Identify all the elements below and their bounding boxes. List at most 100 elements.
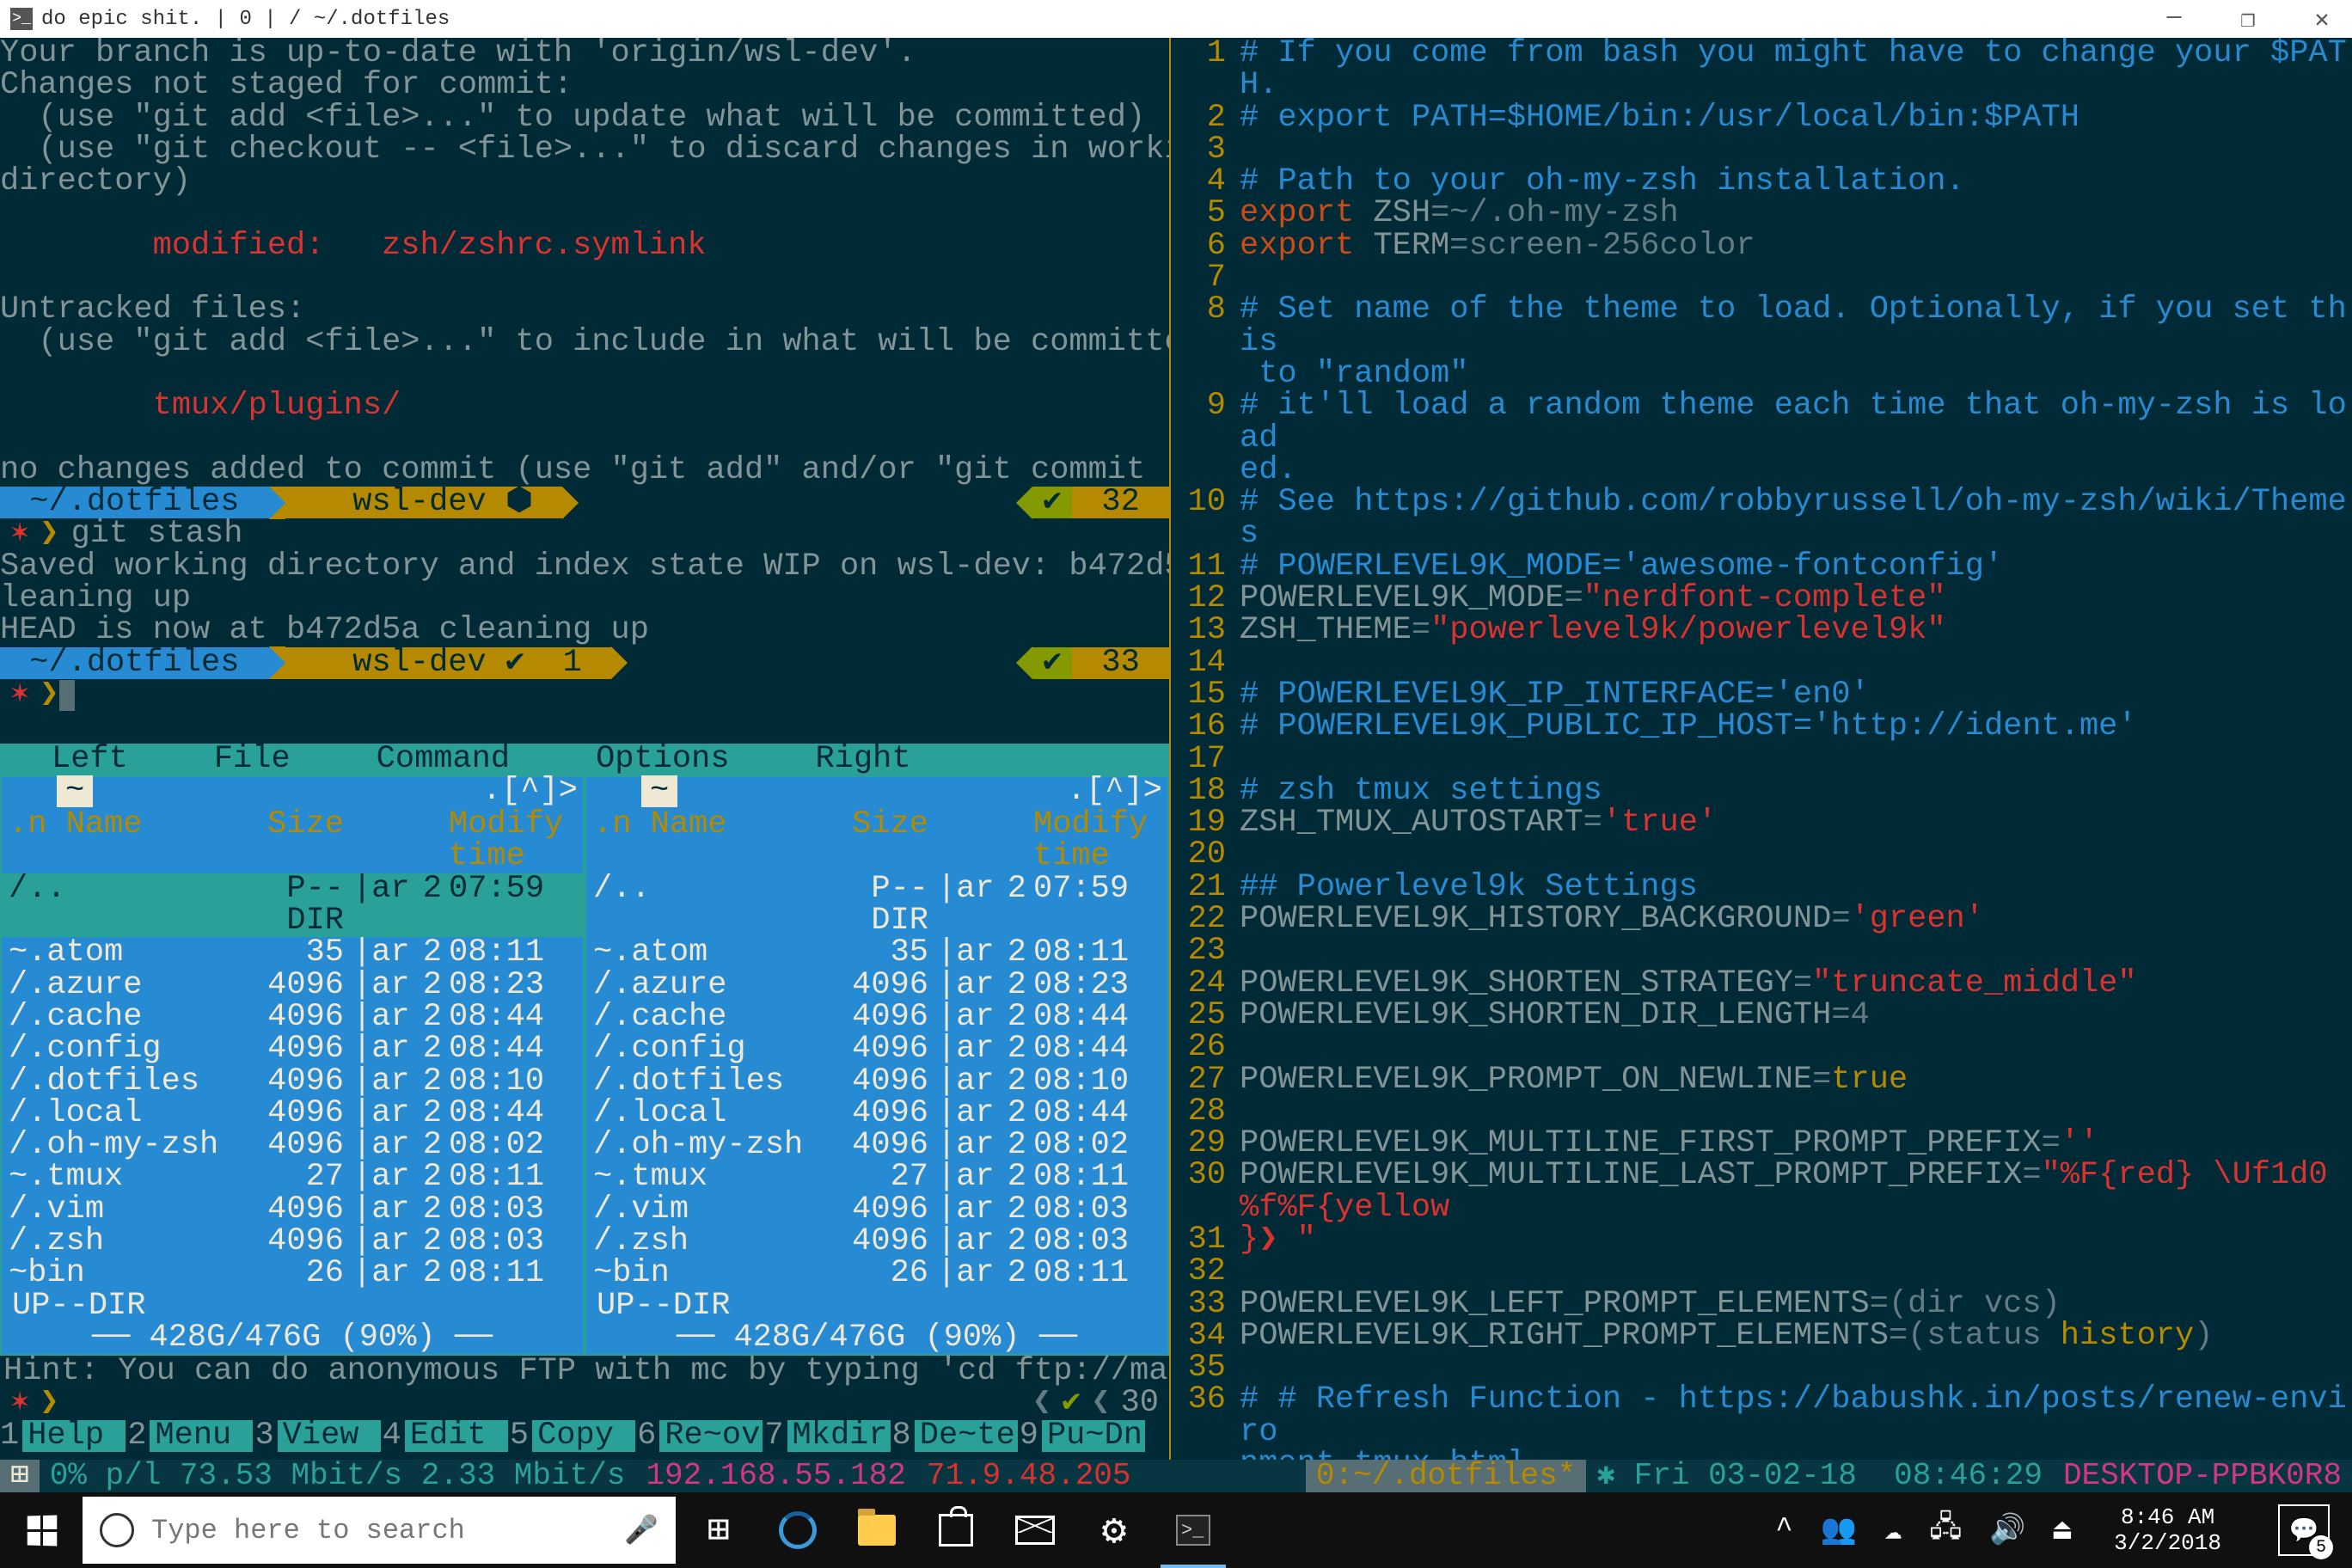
mc-file-row[interactable]: /.dotfiles4096|ar2 08:10 xyxy=(586,1066,1167,1098)
code-line[interactable]: 13ZSH_THEME="powerlevel9k/powerlevel9k" xyxy=(1171,615,2352,646)
mc-file-row[interactable]: /.config4096|ar2 08:44 xyxy=(2,1033,583,1065)
tmux-left-pane[interactable]: Your branch is up-to-date with 'origin/w… xyxy=(0,38,1171,1492)
tray-usb-icon[interactable]: ⏏ xyxy=(2054,1512,2071,1548)
vim-editor[interactable]: 1# If you come from bash you might have … xyxy=(1171,38,2352,1480)
mc-file-row[interactable]: ~.tmux27|ar2 08:11 xyxy=(2,1161,583,1193)
code-line[interactable]: 30POWERLEVEL9K_MULTILINE_LAST_PROMPT_PRE… xyxy=(1171,1160,2352,1224)
mc-file-row[interactable]: /..P--DIR|ar2 07:59 xyxy=(586,873,1167,938)
code-line[interactable]: 24POWERLEVEL9K_SHORTEN_STRATEGY="truncat… xyxy=(1171,968,2352,1000)
code-line[interactable]: 11# POWERLEVEL9K_MODE='awesome-fontconfi… xyxy=(1171,551,2352,583)
code-line[interactable]: 8# Set name of the theme to load. Option… xyxy=(1171,294,2352,358)
mc-file-row[interactable]: ~.atom35|ar2 08:11 xyxy=(586,937,1167,969)
code-line[interactable]: 22POWERLEVEL9K_HISTORY_BACKGROUND='green… xyxy=(1171,903,2352,935)
code-line[interactable]: to "random" xyxy=(1171,358,2352,390)
mc-file-row[interactable]: /.vim4096|ar2 08:03 xyxy=(2,1194,583,1226)
code-line[interactable]: 14 xyxy=(1171,647,2352,679)
mc-file-row[interactable]: /.azure4096|ar2 08:23 xyxy=(2,970,583,1001)
code-line[interactable]: 7 xyxy=(1171,262,2352,294)
code-line[interactable]: 20 xyxy=(1171,839,2352,871)
code-line[interactable]: 34POWERLEVEL9K_RIGHT_PROMPT_ELEMENTS=(st… xyxy=(1171,1320,2352,1352)
mc-fkey[interactable]: 7Mkdir xyxy=(764,1420,890,1452)
code-line[interactable]: 25POWERLEVEL9K_SHORTEN_DIR_LENGTH=4 xyxy=(1171,1000,2352,1032)
mc-file-row[interactable]: /.cache4096|ar2 08:44 xyxy=(2,1001,583,1033)
code-line[interactable]: 29POWERLEVEL9K_MULTILINE_FIRST_PROMPT_PR… xyxy=(1171,1128,2352,1160)
midnight-commander[interactable]: LeftFileCommandOptionsRight ~.[^]>|<- ~ … xyxy=(0,744,1169,1453)
mc-fkey[interactable]: 2Menu xyxy=(127,1420,253,1452)
code-line[interactable]: 32 xyxy=(1171,1256,2352,1288)
minimize-button[interactable]: — xyxy=(2154,4,2194,34)
code-line[interactable]: 21## Powerlevel9k Settings xyxy=(1171,872,2352,903)
tray-network-icon[interactable]: 🖧 xyxy=(1929,1506,1962,1555)
mc-fkey[interactable]: 1Help xyxy=(0,1420,126,1452)
code-line[interactable]: 35 xyxy=(1171,1352,2352,1384)
taskbar-app-settings[interactable]: ⚙ xyxy=(1075,1492,1154,1568)
code-line[interactable]: 16# POWERLEVEL9K_PUBLIC_IP_HOST='http://… xyxy=(1171,711,2352,743)
code-line[interactable]: 6export TERM=screen-256color xyxy=(1171,230,2352,262)
task-view-button[interactable]: ⊞ xyxy=(679,1492,758,1568)
microphone-icon[interactable]: 🎤 xyxy=(624,1513,658,1547)
mc-menu-item[interactable]: Command xyxy=(334,744,553,775)
code-line[interactable]: ed. xyxy=(1171,455,2352,487)
mc-file-row[interactable]: /.azure4096|ar2 08:23 xyxy=(586,970,1167,1001)
tmux-window-name[interactable]: 0:~/.dotfiles* xyxy=(1306,1460,1586,1492)
mc-file-row[interactable]: /.local4096|ar2 08:44 xyxy=(2,1098,583,1130)
search-input[interactable]: Type here to search 🎤 xyxy=(83,1497,676,1564)
mc-file-row[interactable]: /.dotfiles4096|ar2 08:10 xyxy=(2,1066,583,1098)
mc-menu-item[interactable]: Left xyxy=(9,744,171,775)
code-line[interactable]: 36# # Refresh Function - https://babushk… xyxy=(1171,1384,2352,1449)
code-line[interactable]: 23 xyxy=(1171,935,2352,967)
tray-volume-icon[interactable]: 🔊 xyxy=(1989,1512,2025,1548)
mc-file-row[interactable]: ~bin26|ar2 08:11 xyxy=(586,1258,1167,1289)
code-line[interactable]: 28 xyxy=(1171,1096,2352,1128)
mc-fkey[interactable]: 9Pu~Dn xyxy=(1020,1420,1145,1452)
code-line[interactable]: 1# If you come from bash you might have … xyxy=(1171,38,2352,102)
taskbar-clock[interactable]: 8:46 AM 3/2/2018 xyxy=(2098,1504,2237,1556)
code-line[interactable]: 9# it'll load a random theme each time t… xyxy=(1171,390,2352,455)
mc-fkey[interactable]: 5Copy xyxy=(510,1420,635,1452)
mc-fkey[interactable]: 4Edit xyxy=(383,1420,508,1452)
close-button[interactable]: ✕ xyxy=(2302,4,2342,34)
mc-panel[interactable]: ~.[^]>|<- ~ ────────────────────.n NameS… xyxy=(585,775,1169,1356)
code-line[interactable]: 2# export PATH=$HOME/bin:/usr/local/bin:… xyxy=(1171,102,2352,134)
tray-chevron-up-icon[interactable]: ^ xyxy=(1775,1514,1792,1547)
taskbar-app-mail[interactable] xyxy=(995,1492,1075,1568)
mc-file-row[interactable]: ~.atom35|ar2 08:11 xyxy=(2,937,583,969)
mc-file-row[interactable]: /.zsh4096|ar2 08:03 xyxy=(586,1226,1167,1258)
mc-subshell-prompt[interactable]: ✶ ❯ ❮ ✔ ❮ 30 xyxy=(0,1387,1169,1419)
code-line[interactable]: 15# POWERLEVEL9K_IP_INTERFACE='en0' xyxy=(1171,679,2352,711)
code-line[interactable]: 4# Path to your oh-my-zsh installation. xyxy=(1171,166,2352,198)
command-line[interactable]: ✶ ❯ xyxy=(0,679,1169,711)
mc-function-keys[interactable]: 1Help2Menu3View4Edit5Copy6Re~ov7Mkdir8De… xyxy=(0,1420,1169,1452)
code-line[interactable]: 26 xyxy=(1171,1032,2352,1063)
mc-file-row[interactable]: /..P--DIR|ar2 07:59 xyxy=(2,873,583,938)
mc-menu-item[interactable]: Options xyxy=(553,744,772,775)
code-line[interactable]: 31}❯ " xyxy=(1171,1224,2352,1256)
windows-taskbar[interactable]: Type here to search 🎤 ⊞ ⚙ >_ ^ 👥 ☁ 🖧 🔊 ⏏… xyxy=(0,1492,2352,1568)
code-line[interactable]: 19ZSH_TMUX_AUTOSTART='true' xyxy=(1171,807,2352,839)
tray-people-icon[interactable]: 👥 xyxy=(1821,1512,1857,1548)
mc-file-row[interactable]: /.oh-my-zsh4096|ar2 08:02 xyxy=(586,1130,1167,1161)
command-line[interactable]: ✶ ❯ git stash xyxy=(0,518,1169,550)
mc-fkey[interactable]: 3View xyxy=(254,1420,380,1452)
code-line[interactable]: 12POWERLEVEL9K_MODE="nerdfont-complete" xyxy=(1171,583,2352,615)
mc-fkey[interactable]: 8De~te xyxy=(892,1420,1018,1452)
taskbar-app-edge[interactable] xyxy=(758,1492,837,1568)
code-line[interactable]: 27POWERLEVEL9K_PROMPT_ON_NEWLINE=true xyxy=(1171,1064,2352,1096)
taskbar-app-terminal[interactable]: >_ xyxy=(1154,1492,1233,1568)
mc-file-row[interactable]: /.vim4096|ar2 08:03 xyxy=(586,1194,1167,1226)
taskbar-app-store[interactable] xyxy=(916,1492,995,1568)
mc-menu-item[interactable]: Right xyxy=(773,744,954,775)
mc-fkey[interactable]: 6Re~ov xyxy=(637,1420,763,1452)
code-line[interactable]: 3 xyxy=(1171,134,2352,166)
mc-panel[interactable]: ~.[^]>|<- ~ ────────────────────.n NameS… xyxy=(0,775,585,1356)
action-center-button[interactable]: 💬 5 xyxy=(2278,1504,2330,1556)
mc-file-row[interactable]: /.cache4096|ar2 08:44 xyxy=(586,1001,1167,1033)
code-line[interactable]: 17 xyxy=(1171,744,2352,775)
mc-file-row[interactable]: /.config4096|ar2 08:44 xyxy=(586,1033,1167,1065)
code-line[interactable]: 33POWERLEVEL9K_LEFT_PROMPT_ELEMENTS=(dir… xyxy=(1171,1289,2352,1320)
code-line[interactable]: 5export ZSH=~/.oh-my-zsh xyxy=(1171,198,2352,230)
mc-file-row[interactable]: ~bin26|ar2 08:11 xyxy=(2,1258,583,1289)
start-button[interactable] xyxy=(0,1492,83,1568)
tray-onedrive-icon[interactable]: ☁ xyxy=(1884,1512,1902,1548)
code-line[interactable]: 18# zsh tmux settings xyxy=(1171,775,2352,807)
